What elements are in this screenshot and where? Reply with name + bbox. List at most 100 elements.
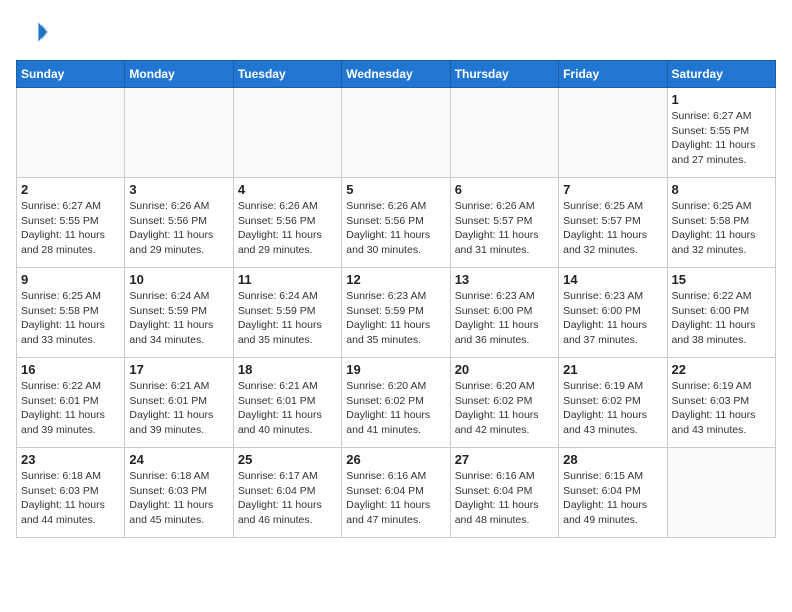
day-info: Sunrise: 6:21 AM Sunset: 6:01 PM Dayligh… <box>129 379 228 438</box>
day-info: Sunrise: 6:24 AM Sunset: 5:59 PM Dayligh… <box>129 289 228 348</box>
day-info: Sunrise: 6:17 AM Sunset: 6:04 PM Dayligh… <box>238 469 337 528</box>
calendar-week-row: 16 Sunrise: 6:22 AM Sunset: 6:01 PM Dayli… <box>17 358 776 448</box>
day-info: Sunrise: 6:26 AM Sunset: 5:57 PM Dayligh… <box>455 199 554 258</box>
calendar-weekday-monday: Monday <box>125 61 233 88</box>
day-info: Sunrise: 6:25 AM Sunset: 5:58 PM Dayligh… <box>21 289 120 348</box>
day-number: 16 <box>21 362 120 377</box>
calendar-week-row: 1 Sunrise: 6:27 AM Sunset: 5:55 PM Daylig… <box>17 88 776 178</box>
logo-icon <box>16 16 48 48</box>
day-info: Sunrise: 6:20 AM Sunset: 6:02 PM Dayligh… <box>346 379 445 438</box>
day-info: Sunrise: 6:23 AM Sunset: 6:00 PM Dayligh… <box>455 289 554 348</box>
calendar-cell: 18 Sunrise: 6:21 AM Sunset: 6:01 PM Dayli… <box>233 358 341 448</box>
calendar-cell: 15Sunrise: 6:22 AM Sunset: 6:00 PM Dayli… <box>667 268 775 358</box>
day-info: Sunrise: 6:23 AM Sunset: 5:59 PM Dayligh… <box>346 289 445 348</box>
day-info: Sunrise: 6:26 AM Sunset: 5:56 PM Dayligh… <box>346 199 445 258</box>
calendar-weekday-friday: Friday <box>559 61 667 88</box>
day-number: 14 <box>563 272 662 287</box>
day-info: Sunrise: 6:19 AM Sunset: 6:03 PM Dayligh… <box>672 379 771 438</box>
day-number: 5 <box>346 182 445 197</box>
calendar-cell: 19 Sunrise: 6:20 AM Sunset: 6:02 PM Dayli… <box>342 358 450 448</box>
calendar-cell <box>17 88 125 178</box>
day-number: 3 <box>129 182 228 197</box>
day-number: 7 <box>563 182 662 197</box>
calendar-cell: 1 Sunrise: 6:27 AM Sunset: 5:55 PM Daylig… <box>667 88 775 178</box>
calendar-cell: 20 Sunrise: 6:20 AM Sunset: 6:02 PM Dayli… <box>450 358 558 448</box>
calendar-weekday-tuesday: Tuesday <box>233 61 341 88</box>
day-number: 9 <box>21 272 120 287</box>
day-number: 17 <box>129 362 228 377</box>
day-number: 18 <box>238 362 337 377</box>
day-info: Sunrise: 6:23 AM Sunset: 6:00 PM Dayligh… <box>563 289 662 348</box>
day-info: Sunrise: 6:18 AM Sunset: 6:03 PM Dayligh… <box>21 469 120 528</box>
calendar-cell: 6 Sunrise: 6:26 AM Sunset: 5:57 PM Daylig… <box>450 178 558 268</box>
calendar-cell: 9 Sunrise: 6:25 AM Sunset: 5:58 PM Daylig… <box>17 268 125 358</box>
calendar-weekday-thursday: Thursday <box>450 61 558 88</box>
day-number: 22 <box>672 362 771 377</box>
calendar-cell: 27 Sunrise: 6:16 AM Sunset: 6:04 PM Dayli… <box>450 448 558 538</box>
calendar-cell: 26 Sunrise: 6:16 AM Sunset: 6:04 PM Dayli… <box>342 448 450 538</box>
day-number: 8 <box>672 182 771 197</box>
page-header <box>16 16 776 48</box>
day-number: 10 <box>129 272 228 287</box>
day-info: Sunrise: 6:20 AM Sunset: 6:02 PM Dayligh… <box>455 379 554 438</box>
calendar-cell: 22 Sunrise: 6:19 AM Sunset: 6:03 PM Dayli… <box>667 358 775 448</box>
day-info: Sunrise: 6:26 AM Sunset: 5:56 PM Dayligh… <box>129 199 228 258</box>
day-info: Sunrise: 6:22 AM Sunset: 6:01 PM Dayligh… <box>21 379 120 438</box>
calendar-cell: 21 Sunrise: 6:19 AM Sunset: 6:02 PM Dayli… <box>559 358 667 448</box>
day-number: 21 <box>563 362 662 377</box>
calendar-cell <box>233 88 341 178</box>
day-number: 23 <box>21 452 120 467</box>
day-info: Sunrise: 6:27 AM Sunset: 5:55 PM Dayligh… <box>21 199 120 258</box>
calendar-cell <box>667 448 775 538</box>
calendar-cell: 3 Sunrise: 6:26 AM Sunset: 5:56 PM Daylig… <box>125 178 233 268</box>
day-info: Sunrise: 6:19 AM Sunset: 6:02 PM Dayligh… <box>563 379 662 438</box>
day-info: Sunrise: 6:27 AM Sunset: 5:55 PM Dayligh… <box>672 109 771 168</box>
calendar-weekday-sunday: Sunday <box>17 61 125 88</box>
day-number: 27 <box>455 452 554 467</box>
calendar-week-row: 2 Sunrise: 6:27 AM Sunset: 5:55 PM Daylig… <box>17 178 776 268</box>
calendar-cell: 17 Sunrise: 6:21 AM Sunset: 6:01 PM Dayli… <box>125 358 233 448</box>
day-number: 13 <box>455 272 554 287</box>
day-number: 24 <box>129 452 228 467</box>
day-number: 19 <box>346 362 445 377</box>
day-number: 12 <box>346 272 445 287</box>
calendar-week-row: 9 Sunrise: 6:25 AM Sunset: 5:58 PM Daylig… <box>17 268 776 358</box>
calendar-week-row: 23 Sunrise: 6:18 AM Sunset: 6:03 PM Dayli… <box>17 448 776 538</box>
calendar-cell: 24Sunrise: 6:18 AM Sunset: 6:03 PM Dayli… <box>125 448 233 538</box>
calendar-cell: 14 Sunrise: 6:23 AM Sunset: 6:00 PM Dayli… <box>559 268 667 358</box>
day-number: 11 <box>238 272 337 287</box>
day-info: Sunrise: 6:16 AM Sunset: 6:04 PM Dayligh… <box>346 469 445 528</box>
day-number: 26 <box>346 452 445 467</box>
calendar-table: SundayMondayTuesdayWednesdayThursdayFrid… <box>16 60 776 538</box>
calendar-cell <box>559 88 667 178</box>
calendar-cell: 11 Sunrise: 6:24 AM Sunset: 5:59 PM Dayli… <box>233 268 341 358</box>
calendar-header-row: SundayMondayTuesdayWednesdayThursdayFrid… <box>17 61 776 88</box>
day-number: 25 <box>238 452 337 467</box>
calendar-cell: 16 Sunrise: 6:22 AM Sunset: 6:01 PM Dayli… <box>17 358 125 448</box>
calendar-cell: 8 Sunrise: 6:25 AM Sunset: 5:58 PM Daylig… <box>667 178 775 268</box>
day-info: Sunrise: 6:25 AM Sunset: 5:57 PM Dayligh… <box>563 199 662 258</box>
day-number: 1 <box>672 92 771 107</box>
day-number: 4 <box>238 182 337 197</box>
calendar-cell: 23 Sunrise: 6:18 AM Sunset: 6:03 PM Dayli… <box>17 448 125 538</box>
day-info: Sunrise: 6:25 AM Sunset: 5:58 PM Dayligh… <box>672 199 771 258</box>
calendar-cell: 28Sunrise: 6:15 AM Sunset: 6:04 PM Dayli… <box>559 448 667 538</box>
calendar-cell <box>450 88 558 178</box>
day-number: 2 <box>21 182 120 197</box>
calendar-weekday-saturday: Saturday <box>667 61 775 88</box>
calendar-cell: 10 Sunrise: 6:24 AM Sunset: 5:59 PM Dayli… <box>125 268 233 358</box>
day-info: Sunrise: 6:24 AM Sunset: 5:59 PM Dayligh… <box>238 289 337 348</box>
day-info: Sunrise: 6:16 AM Sunset: 6:04 PM Dayligh… <box>455 469 554 528</box>
logo <box>16 16 52 48</box>
day-info: Sunrise: 6:21 AM Sunset: 6:01 PM Dayligh… <box>238 379 337 438</box>
calendar-cell: 25 Sunrise: 6:17 AM Sunset: 6:04 PM Dayli… <box>233 448 341 538</box>
day-info: Sunrise: 6:15 AM Sunset: 6:04 PM Dayligh… <box>563 469 662 528</box>
calendar-cell: 13 Sunrise: 6:23 AM Sunset: 6:00 PM Dayli… <box>450 268 558 358</box>
calendar-cell: 2 Sunrise: 6:27 AM Sunset: 5:55 PM Daylig… <box>17 178 125 268</box>
day-info: Sunrise: 6:26 AM Sunset: 5:56 PM Dayligh… <box>238 199 337 258</box>
day-info: Sunrise: 6:22 AM Sunset: 6:00 PM Dayligh… <box>672 289 771 348</box>
day-number: 20 <box>455 362 554 377</box>
calendar-weekday-wednesday: Wednesday <box>342 61 450 88</box>
day-number: 6 <box>455 182 554 197</box>
calendar-cell: 4 Sunrise: 6:26 AM Sunset: 5:56 PM Daylig… <box>233 178 341 268</box>
